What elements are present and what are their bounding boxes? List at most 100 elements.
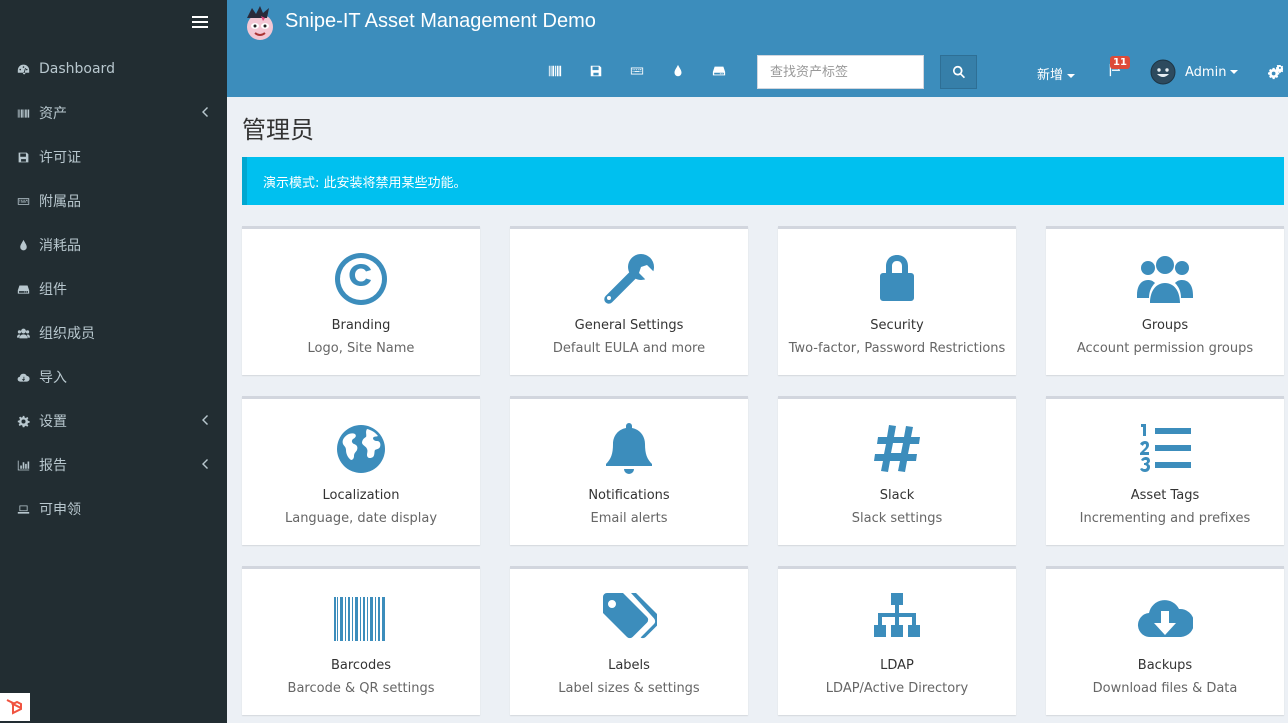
settings-card-barcodes[interactable]: Barcodes Barcode & QR settings <box>242 566 480 715</box>
sidebar-item-assets[interactable]: 资产 <box>0 91 227 135</box>
sidebar-item-label: 组织成员 <box>39 326 95 342</box>
avatar <box>1150 59 1176 85</box>
user-menu[interactable]: Admin <box>1150 59 1239 85</box>
settings-card-localization[interactable]: Localization Language, date display <box>242 396 480 545</box>
card-subtitle: Barcode & QR settings <box>287 681 435 696</box>
laravel-logo-icon <box>0 693 30 721</box>
card-subtitle: Slack settings <box>851 511 943 526</box>
sidebar-item-label: 组件 <box>39 282 67 298</box>
create-new-label: 新增 <box>1037 68 1064 83</box>
sidebar-item-settings[interactable]: 设置 <box>0 399 227 443</box>
card-title: Branding <box>331 318 391 333</box>
card-title: Asset Tags <box>1130 488 1200 503</box>
card-subtitle: Label sizes & settings <box>558 681 700 696</box>
cog-icon <box>15 413 31 429</box>
sidebar-item-import[interactable]: 导入 <box>0 355 227 399</box>
card-title: Labels <box>608 658 650 673</box>
create-new-dropdown[interactable]: 新增 <box>1037 64 1076 83</box>
settings-card-backups[interactable]: Backups Download files & Data <box>1046 566 1284 715</box>
sidebar-item-accessories[interactable]: 附属品 <box>0 179 227 223</box>
chevron-left-icon <box>201 458 209 472</box>
card-subtitle: Two-factor, Password Restrictions <box>788 341 1006 356</box>
dashboard-icon <box>15 61 31 77</box>
sidebar-item-components[interactable]: 组件 <box>0 267 227 311</box>
sidebar-item-licenses[interactable]: 许可证 <box>0 135 227 179</box>
top-navbar: Snipe-IT Asset Management Demo 新增 11 Adm… <box>227 0 1288 97</box>
group-icon <box>1046 251 1284 306</box>
card-title: Groups <box>1141 318 1189 333</box>
sidebar-item-label: 附属品 <box>39 194 81 210</box>
card-title: LDAP <box>880 658 914 673</box>
app-logo-icon[interactable] <box>241 4 279 42</box>
settings-grid: Branding Logo, Site Name General Setting… <box>242 226 1284 715</box>
settings-card-notifications[interactable]: Notifications Email alerts <box>510 396 748 545</box>
barcode-icon <box>15 105 31 121</box>
sidebar-item-label: 设置 <box>39 414 67 430</box>
sidebar-item-label: 资产 <box>39 106 67 122</box>
tags-icon <box>510 591 748 646</box>
laptop-icon <box>15 501 31 517</box>
alert-text: 演示模式: 此安装将禁用某些功能。 <box>263 176 467 191</box>
page-title: 管理员 <box>242 116 314 144</box>
gears-icon[interactable] <box>1268 64 1284 81</box>
globe-icon <box>242 421 480 476</box>
sidebar-item-label: 消耗品 <box>39 238 81 254</box>
sidebar-toggle-icon[interactable] <box>192 16 208 30</box>
lock-icon <box>778 251 1016 306</box>
card-title: General Settings <box>574 318 684 333</box>
bar-chart-icon <box>15 457 31 473</box>
user-name: Admin <box>1185 64 1227 80</box>
card-title: Backups <box>1137 658 1193 673</box>
settings-card-security[interactable]: Security Two-factor, Password Restrictio… <box>778 226 1016 375</box>
consumables-tint-icon[interactable] <box>657 64 698 80</box>
wrench-icon <box>510 251 748 306</box>
settings-card-groups[interactable]: Groups Account permission groups <box>1046 226 1284 375</box>
settings-card-asset-tags[interactable]: Asset Tags Incrementing and prefixes <box>1046 396 1284 545</box>
barcode-icon <box>242 591 480 646</box>
card-title: Barcodes <box>330 658 392 673</box>
sidebar: Dashboard 资产 许可证 附属品 消耗品 组件 组织成员 导入 设置 报… <box>0 0 227 723</box>
cloud-download-icon <box>1046 591 1284 646</box>
search-input[interactable] <box>757 55 924 89</box>
hdd-icon <box>15 281 31 297</box>
sidebar-item-label: 导入 <box>39 370 67 386</box>
settings-card-ldap[interactable]: LDAP LDAP/Active Directory <box>778 566 1016 715</box>
card-subtitle: Language, date display <box>284 511 438 526</box>
licenses-floppy-icon[interactable] <box>575 64 616 80</box>
settings-card-general[interactable]: General Settings Default EULA and more <box>510 226 748 375</box>
card-subtitle: Incrementing and prefixes <box>1079 511 1251 526</box>
chevron-left-icon <box>201 106 209 120</box>
search-icon <box>952 65 965 79</box>
sidebar-item-label: 可申领 <box>39 502 81 518</box>
settings-card-slack[interactable]: Slack Slack settings <box>778 396 1016 545</box>
chevron-left-icon <box>201 414 209 428</box>
caret-down-icon <box>1230 70 1239 74</box>
app-title[interactable]: Snipe-IT Asset Management Demo <box>285 10 596 33</box>
search-button[interactable] <box>940 55 977 89</box>
demo-mode-alert: 演示模式: 此安装将禁用某些功能。 <box>242 157 1284 205</box>
sidebar-item-label: 许可证 <box>39 150 81 166</box>
card-subtitle: Logo, Site Name <box>307 341 415 356</box>
sidebar-item-dashboard[interactable]: Dashboard <box>0 47 227 91</box>
nav-shortcuts <box>534 64 739 80</box>
floppy-icon <box>15 149 31 165</box>
settings-card-labels[interactable]: Labels Label sizes & settings <box>510 566 748 715</box>
assets-barcode-icon[interactable] <box>534 64 575 80</box>
sidebar-item-label: Dashboard <box>39 61 115 77</box>
card-title: Slack <box>879 488 915 503</box>
caret-down-icon <box>1067 73 1076 78</box>
components-hdd-icon[interactable] <box>698 64 739 80</box>
card-title: Security <box>870 318 924 333</box>
sidebar-menu: Dashboard 资产 许可证 附属品 消耗品 组件 组织成员 导入 设置 报… <box>0 47 227 531</box>
sidebar-item-users[interactable]: 组织成员 <box>0 311 227 355</box>
card-subtitle: Default EULA and more <box>552 341 706 356</box>
card-subtitle: Download files & Data <box>1092 681 1238 696</box>
card-subtitle: LDAP/Active Directory <box>825 681 969 696</box>
accessories-keyboard-icon[interactable] <box>616 64 657 80</box>
keyboard-icon <box>15 193 31 209</box>
sidebar-item-consumables[interactable]: 消耗品 <box>0 223 227 267</box>
sidebar-item-requestable[interactable]: 可申领 <box>0 487 227 531</box>
sidebar-item-reports[interactable]: 报告 <box>0 443 227 487</box>
notification-badge: 11 <box>1110 56 1130 69</box>
settings-card-branding[interactable]: Branding Logo, Site Name <box>242 226 480 375</box>
